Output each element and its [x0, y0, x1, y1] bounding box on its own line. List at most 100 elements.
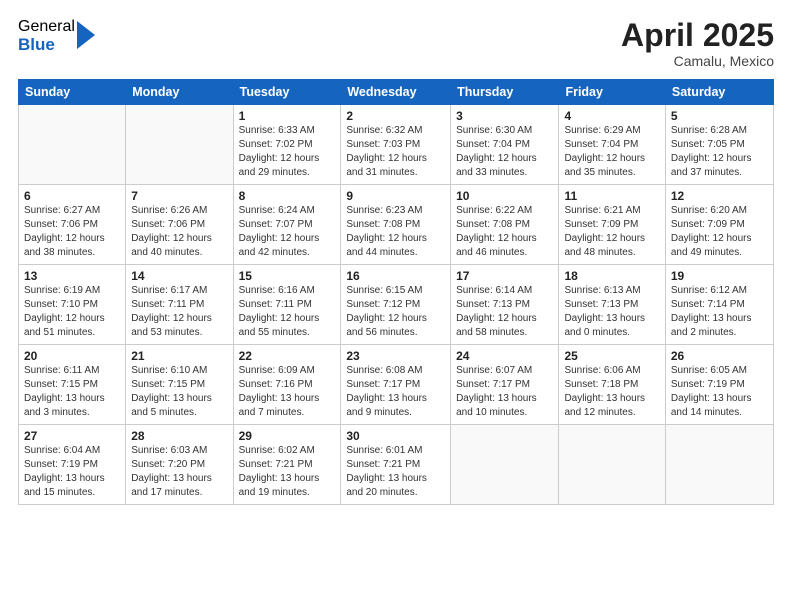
- day-info: Sunrise: 6:24 AM Sunset: 7:07 PM Dayligh…: [239, 204, 336, 260]
- calendar-cell: [559, 425, 665, 505]
- day-number: 15: [239, 269, 336, 283]
- day-info: Sunrise: 6:22 AM Sunset: 7:08 PM Dayligh…: [456, 204, 553, 260]
- day-info: Sunrise: 6:12 AM Sunset: 7:14 PM Dayligh…: [671, 284, 768, 340]
- calendar-cell: 22Sunrise: 6:09 AM Sunset: 7:16 PM Dayli…: [233, 345, 341, 425]
- title-area: April 2025 Camalu, Mexico: [621, 18, 774, 69]
- day-info: Sunrise: 6:17 AM Sunset: 7:11 PM Dayligh…: [131, 284, 227, 340]
- calendar-header-row: Sunday Monday Tuesday Wednesday Thursday…: [19, 80, 774, 105]
- day-info: Sunrise: 6:20 AM Sunset: 7:09 PM Dayligh…: [671, 204, 768, 260]
- day-info: Sunrise: 6:02 AM Sunset: 7:21 PM Dayligh…: [239, 444, 336, 500]
- col-thursday: Thursday: [451, 80, 559, 105]
- day-info: Sunrise: 6:10 AM Sunset: 7:15 PM Dayligh…: [131, 364, 227, 420]
- day-info: Sunrise: 6:33 AM Sunset: 7:02 PM Dayligh…: [239, 124, 336, 180]
- day-number: 18: [564, 269, 659, 283]
- month-title: April 2025: [621, 18, 774, 53]
- calendar-cell: 30Sunrise: 6:01 AM Sunset: 7:21 PM Dayli…: [341, 425, 451, 505]
- day-info: Sunrise: 6:06 AM Sunset: 7:18 PM Dayligh…: [564, 364, 659, 420]
- calendar-cell: 10Sunrise: 6:22 AM Sunset: 7:08 PM Dayli…: [451, 185, 559, 265]
- calendar-cell: 21Sunrise: 6:10 AM Sunset: 7:15 PM Dayli…: [126, 345, 233, 425]
- day-number: 16: [346, 269, 445, 283]
- day-number: 28: [131, 429, 227, 443]
- day-number: 29: [239, 429, 336, 443]
- logo-text: General Blue: [18, 18, 75, 54]
- page: General Blue April 2025 Camalu, Mexico S…: [0, 0, 792, 612]
- day-number: 19: [671, 269, 768, 283]
- day-info: Sunrise: 6:08 AM Sunset: 7:17 PM Dayligh…: [346, 364, 445, 420]
- day-info: Sunrise: 6:05 AM Sunset: 7:19 PM Dayligh…: [671, 364, 768, 420]
- day-number: 25: [564, 349, 659, 363]
- day-info: Sunrise: 6:03 AM Sunset: 7:20 PM Dayligh…: [131, 444, 227, 500]
- day-info: Sunrise: 6:01 AM Sunset: 7:21 PM Dayligh…: [346, 444, 445, 500]
- calendar-cell: 17Sunrise: 6:14 AM Sunset: 7:13 PM Dayli…: [451, 265, 559, 345]
- day-number: 13: [24, 269, 120, 283]
- day-number: 22: [239, 349, 336, 363]
- day-number: 12: [671, 189, 768, 203]
- day-number: 9: [346, 189, 445, 203]
- day-number: 1: [239, 109, 336, 123]
- day-number: 24: [456, 349, 553, 363]
- day-number: 6: [24, 189, 120, 203]
- calendar-cell: 5Sunrise: 6:28 AM Sunset: 7:05 PM Daylig…: [665, 105, 773, 185]
- calendar-cell: 1Sunrise: 6:33 AM Sunset: 7:02 PM Daylig…: [233, 105, 341, 185]
- col-saturday: Saturday: [665, 80, 773, 105]
- calendar-cell: 13Sunrise: 6:19 AM Sunset: 7:10 PM Dayli…: [19, 265, 126, 345]
- day-number: 4: [564, 109, 659, 123]
- calendar-cell: 20Sunrise: 6:11 AM Sunset: 7:15 PM Dayli…: [19, 345, 126, 425]
- calendar-cell: [451, 425, 559, 505]
- col-wednesday: Wednesday: [341, 80, 451, 105]
- day-info: Sunrise: 6:21 AM Sunset: 7:09 PM Dayligh…: [564, 204, 659, 260]
- day-info: Sunrise: 6:32 AM Sunset: 7:03 PM Dayligh…: [346, 124, 445, 180]
- calendar-week-row: 27Sunrise: 6:04 AM Sunset: 7:19 PM Dayli…: [19, 425, 774, 505]
- day-number: 8: [239, 189, 336, 203]
- day-number: 5: [671, 109, 768, 123]
- day-number: 21: [131, 349, 227, 363]
- calendar-cell: 24Sunrise: 6:07 AM Sunset: 7:17 PM Dayli…: [451, 345, 559, 425]
- calendar-cell: [126, 105, 233, 185]
- calendar-cell: 29Sunrise: 6:02 AM Sunset: 7:21 PM Dayli…: [233, 425, 341, 505]
- col-friday: Friday: [559, 80, 665, 105]
- day-number: 7: [131, 189, 227, 203]
- day-number: 26: [671, 349, 768, 363]
- logo-general: General: [18, 18, 75, 36]
- calendar-cell: 11Sunrise: 6:21 AM Sunset: 7:09 PM Dayli…: [559, 185, 665, 265]
- day-info: Sunrise: 6:26 AM Sunset: 7:06 PM Dayligh…: [131, 204, 227, 260]
- calendar-cell: 3Sunrise: 6:30 AM Sunset: 7:04 PM Daylig…: [451, 105, 559, 185]
- calendar-cell: 8Sunrise: 6:24 AM Sunset: 7:07 PM Daylig…: [233, 185, 341, 265]
- header: General Blue April 2025 Camalu, Mexico: [18, 18, 774, 69]
- day-info: Sunrise: 6:09 AM Sunset: 7:16 PM Dayligh…: [239, 364, 336, 420]
- location: Camalu, Mexico: [621, 53, 774, 69]
- logo-icon: [77, 21, 95, 49]
- calendar-cell: 26Sunrise: 6:05 AM Sunset: 7:19 PM Dayli…: [665, 345, 773, 425]
- calendar-week-row: 6Sunrise: 6:27 AM Sunset: 7:06 PM Daylig…: [19, 185, 774, 265]
- day-info: Sunrise: 6:29 AM Sunset: 7:04 PM Dayligh…: [564, 124, 659, 180]
- calendar-cell: 7Sunrise: 6:26 AM Sunset: 7:06 PM Daylig…: [126, 185, 233, 265]
- calendar-cell: 12Sunrise: 6:20 AM Sunset: 7:09 PM Dayli…: [665, 185, 773, 265]
- calendar-cell: 2Sunrise: 6:32 AM Sunset: 7:03 PM Daylig…: [341, 105, 451, 185]
- day-info: Sunrise: 6:15 AM Sunset: 7:12 PM Dayligh…: [346, 284, 445, 340]
- calendar-week-row: 20Sunrise: 6:11 AM Sunset: 7:15 PM Dayli…: [19, 345, 774, 425]
- col-tuesday: Tuesday: [233, 80, 341, 105]
- calendar-week-row: 1Sunrise: 6:33 AM Sunset: 7:02 PM Daylig…: [19, 105, 774, 185]
- calendar-cell: 19Sunrise: 6:12 AM Sunset: 7:14 PM Dayli…: [665, 265, 773, 345]
- day-info: Sunrise: 6:07 AM Sunset: 7:17 PM Dayligh…: [456, 364, 553, 420]
- calendar-cell: [19, 105, 126, 185]
- day-info: Sunrise: 6:19 AM Sunset: 7:10 PM Dayligh…: [24, 284, 120, 340]
- day-info: Sunrise: 6:04 AM Sunset: 7:19 PM Dayligh…: [24, 444, 120, 500]
- day-info: Sunrise: 6:30 AM Sunset: 7:04 PM Dayligh…: [456, 124, 553, 180]
- calendar-cell: 25Sunrise: 6:06 AM Sunset: 7:18 PM Dayli…: [559, 345, 665, 425]
- day-number: 20: [24, 349, 120, 363]
- calendar-cell: 14Sunrise: 6:17 AM Sunset: 7:11 PM Dayli…: [126, 265, 233, 345]
- day-number: 10: [456, 189, 553, 203]
- day-info: Sunrise: 6:28 AM Sunset: 7:05 PM Dayligh…: [671, 124, 768, 180]
- day-number: 14: [131, 269, 227, 283]
- calendar-table: Sunday Monday Tuesday Wednesday Thursday…: [18, 79, 774, 505]
- calendar-cell: 4Sunrise: 6:29 AM Sunset: 7:04 PM Daylig…: [559, 105, 665, 185]
- calendar-cell: 27Sunrise: 6:04 AM Sunset: 7:19 PM Dayli…: [19, 425, 126, 505]
- day-info: Sunrise: 6:23 AM Sunset: 7:08 PM Dayligh…: [346, 204, 445, 260]
- day-number: 2: [346, 109, 445, 123]
- calendar-cell: 6Sunrise: 6:27 AM Sunset: 7:06 PM Daylig…: [19, 185, 126, 265]
- day-info: Sunrise: 6:14 AM Sunset: 7:13 PM Dayligh…: [456, 284, 553, 340]
- col-monday: Monday: [126, 80, 233, 105]
- calendar-cell: [665, 425, 773, 505]
- calendar-cell: 9Sunrise: 6:23 AM Sunset: 7:08 PM Daylig…: [341, 185, 451, 265]
